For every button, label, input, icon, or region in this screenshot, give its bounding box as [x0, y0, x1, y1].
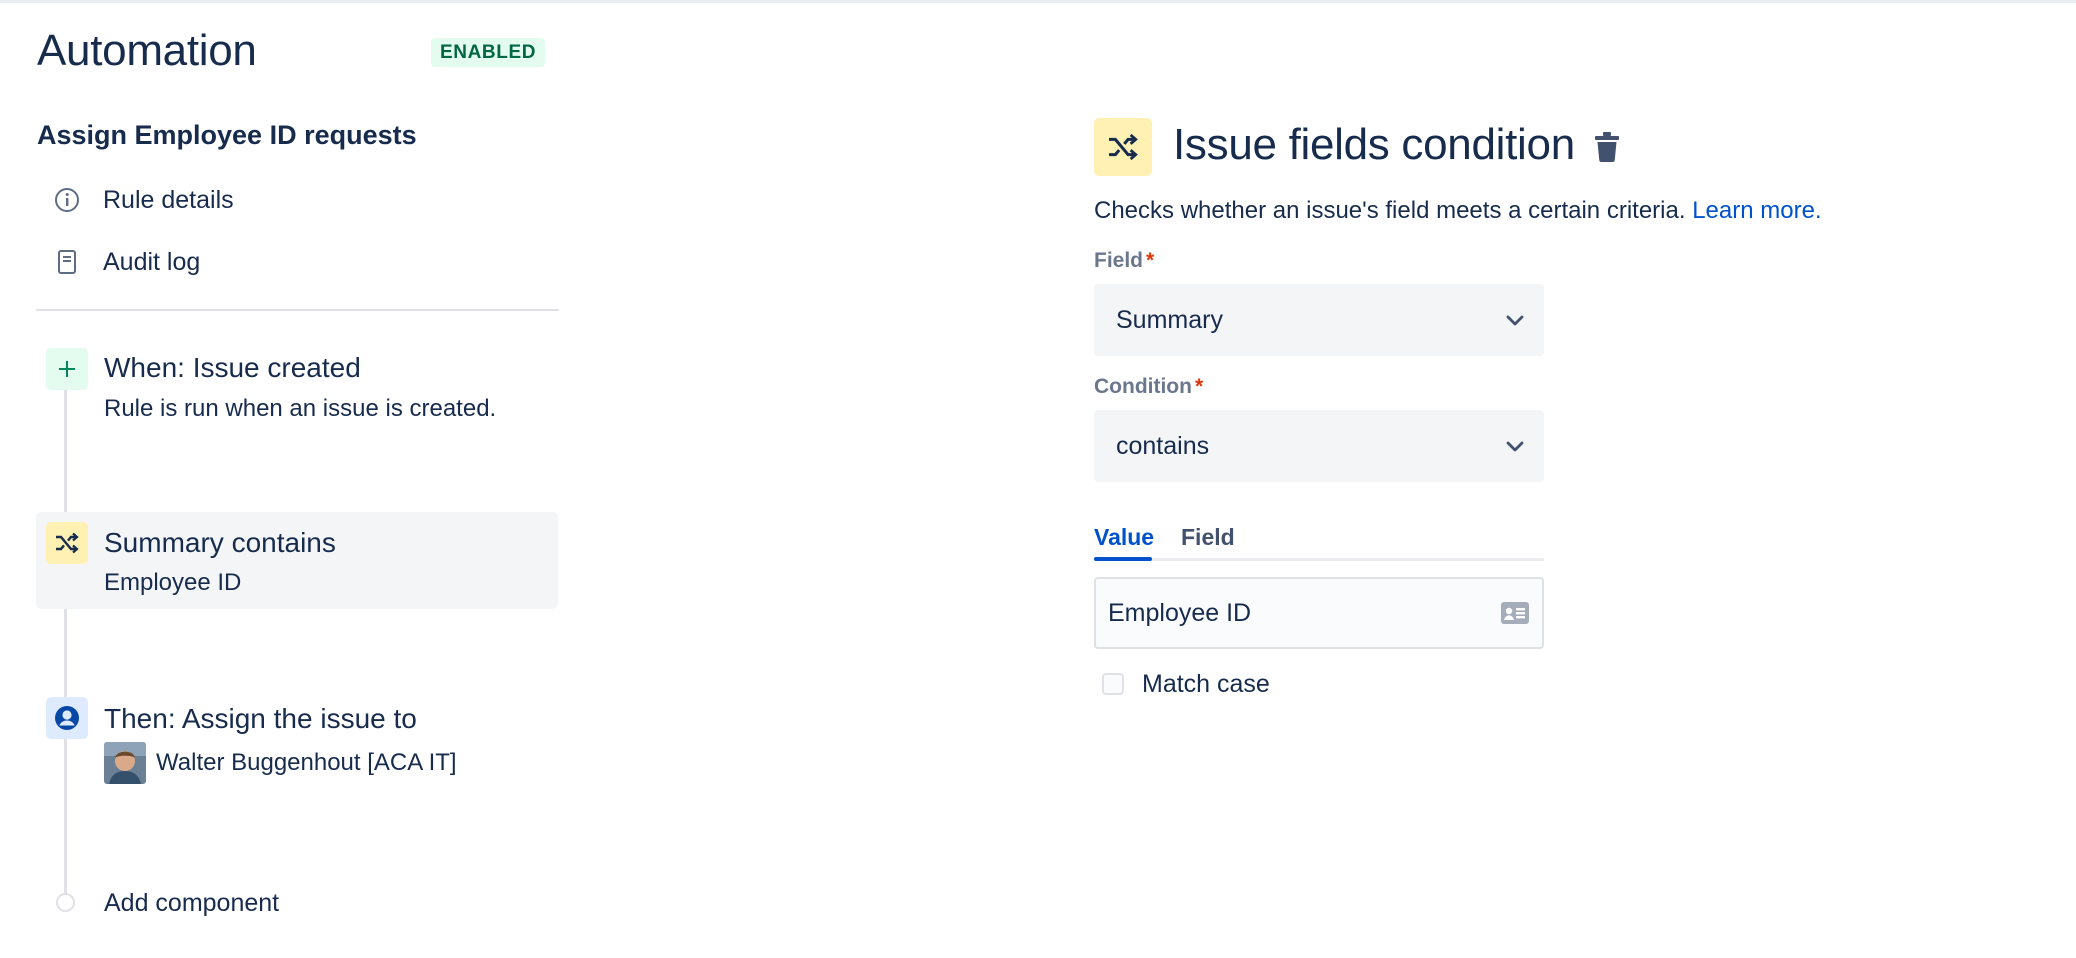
- value-input[interactable]: [1108, 579, 1488, 647]
- field-select[interactable]: Summary: [1094, 284, 1544, 356]
- shuffle-icon: [46, 522, 88, 564]
- detail-description: Checks whether an issue's field meets a …: [1094, 197, 1822, 225]
- active-tab-indicator: [1094, 557, 1152, 561]
- plus-icon: [46, 348, 88, 390]
- description-text: Checks whether an issue's field meets a …: [1094, 197, 1686, 224]
- trigger-title: When: Issue created: [104, 352, 361, 383]
- chevron-down-icon: [1506, 441, 1524, 452]
- condition-select-value: contains: [1116, 432, 1210, 460]
- timeline-line: [64, 390, 67, 905]
- action-title: Then: Assign the issue to: [104, 703, 417, 734]
- add-component-label: Add component: [104, 889, 280, 917]
- field-label-text: Field: [1094, 249, 1144, 272]
- page-title: Automation: [37, 26, 257, 75]
- condition-select[interactable]: contains: [1094, 410, 1544, 482]
- add-component-dot: [56, 893, 75, 912]
- trigger-subtitle: Rule is run when an issue is created.: [104, 395, 497, 422]
- rule-name: Assign Employee ID requests: [37, 120, 417, 150]
- tab-field[interactable]: Field: [1181, 524, 1235, 551]
- match-case-label: Match case: [1142, 669, 1270, 698]
- status-badge: ENABLED: [431, 38, 546, 67]
- assignee-name: Walter Buggenhout [ACA IT]: [156, 749, 457, 776]
- trigger-component[interactable]: When: Issue created Rule is run when an …: [36, 345, 558, 435]
- required-asterisk: *: [1194, 375, 1204, 398]
- condition-label: Condition *: [1094, 375, 1203, 399]
- divider: [36, 309, 559, 311]
- user-circle-icon: [46, 697, 88, 739]
- add-component-button[interactable]: Add component: [36, 885, 558, 925]
- value-input-field[interactable]: [1094, 577, 1544, 649]
- match-case-option[interactable]: Match case: [1102, 669, 1270, 699]
- nav-rule-details-label: Rule details: [103, 185, 234, 214]
- value-field-tabs: Value Field: [1094, 520, 1544, 562]
- tabs-baseline: [1094, 558, 1544, 561]
- avatar: [104, 742, 146, 784]
- trash-icon[interactable]: [1589, 129, 1625, 165]
- tab-value[interactable]: Value: [1094, 524, 1154, 551]
- info-icon: [52, 185, 82, 215]
- match-case-checkbox[interactable]: [1102, 673, 1124, 695]
- condition-title: Summary contains: [104, 527, 336, 558]
- nav-rule-details[interactable]: Rule details: [37, 174, 557, 226]
- nav-audit-log[interactable]: Audit log: [37, 236, 557, 288]
- action-component[interactable]: Then: Assign the issue to Walter Buggenh…: [36, 694, 558, 794]
- smart-value-icon[interactable]: [1500, 601, 1530, 625]
- condition-component[interactable]: Summary contains Employee ID: [36, 512, 558, 609]
- top-border: [0, 0, 2076, 3]
- condition-shuffle-icon: [1094, 118, 1152, 176]
- condition-label-text: Condition: [1094, 375, 1192, 398]
- learn-more-link[interactable]: Learn more.: [1692, 197, 1821, 224]
- audit-log-icon: [52, 247, 82, 277]
- chevron-down-icon: [1506, 315, 1524, 326]
- detail-title: Issue fields condition: [1173, 120, 1575, 169]
- required-asterisk: *: [1146, 249, 1155, 272]
- nav-audit-log-label: Audit log: [103, 247, 201, 276]
- field-select-value: Summary: [1116, 306, 1223, 334]
- condition-subtitle: Employee ID: [104, 569, 242, 596]
- field-label: Field *: [1094, 249, 1154, 273]
